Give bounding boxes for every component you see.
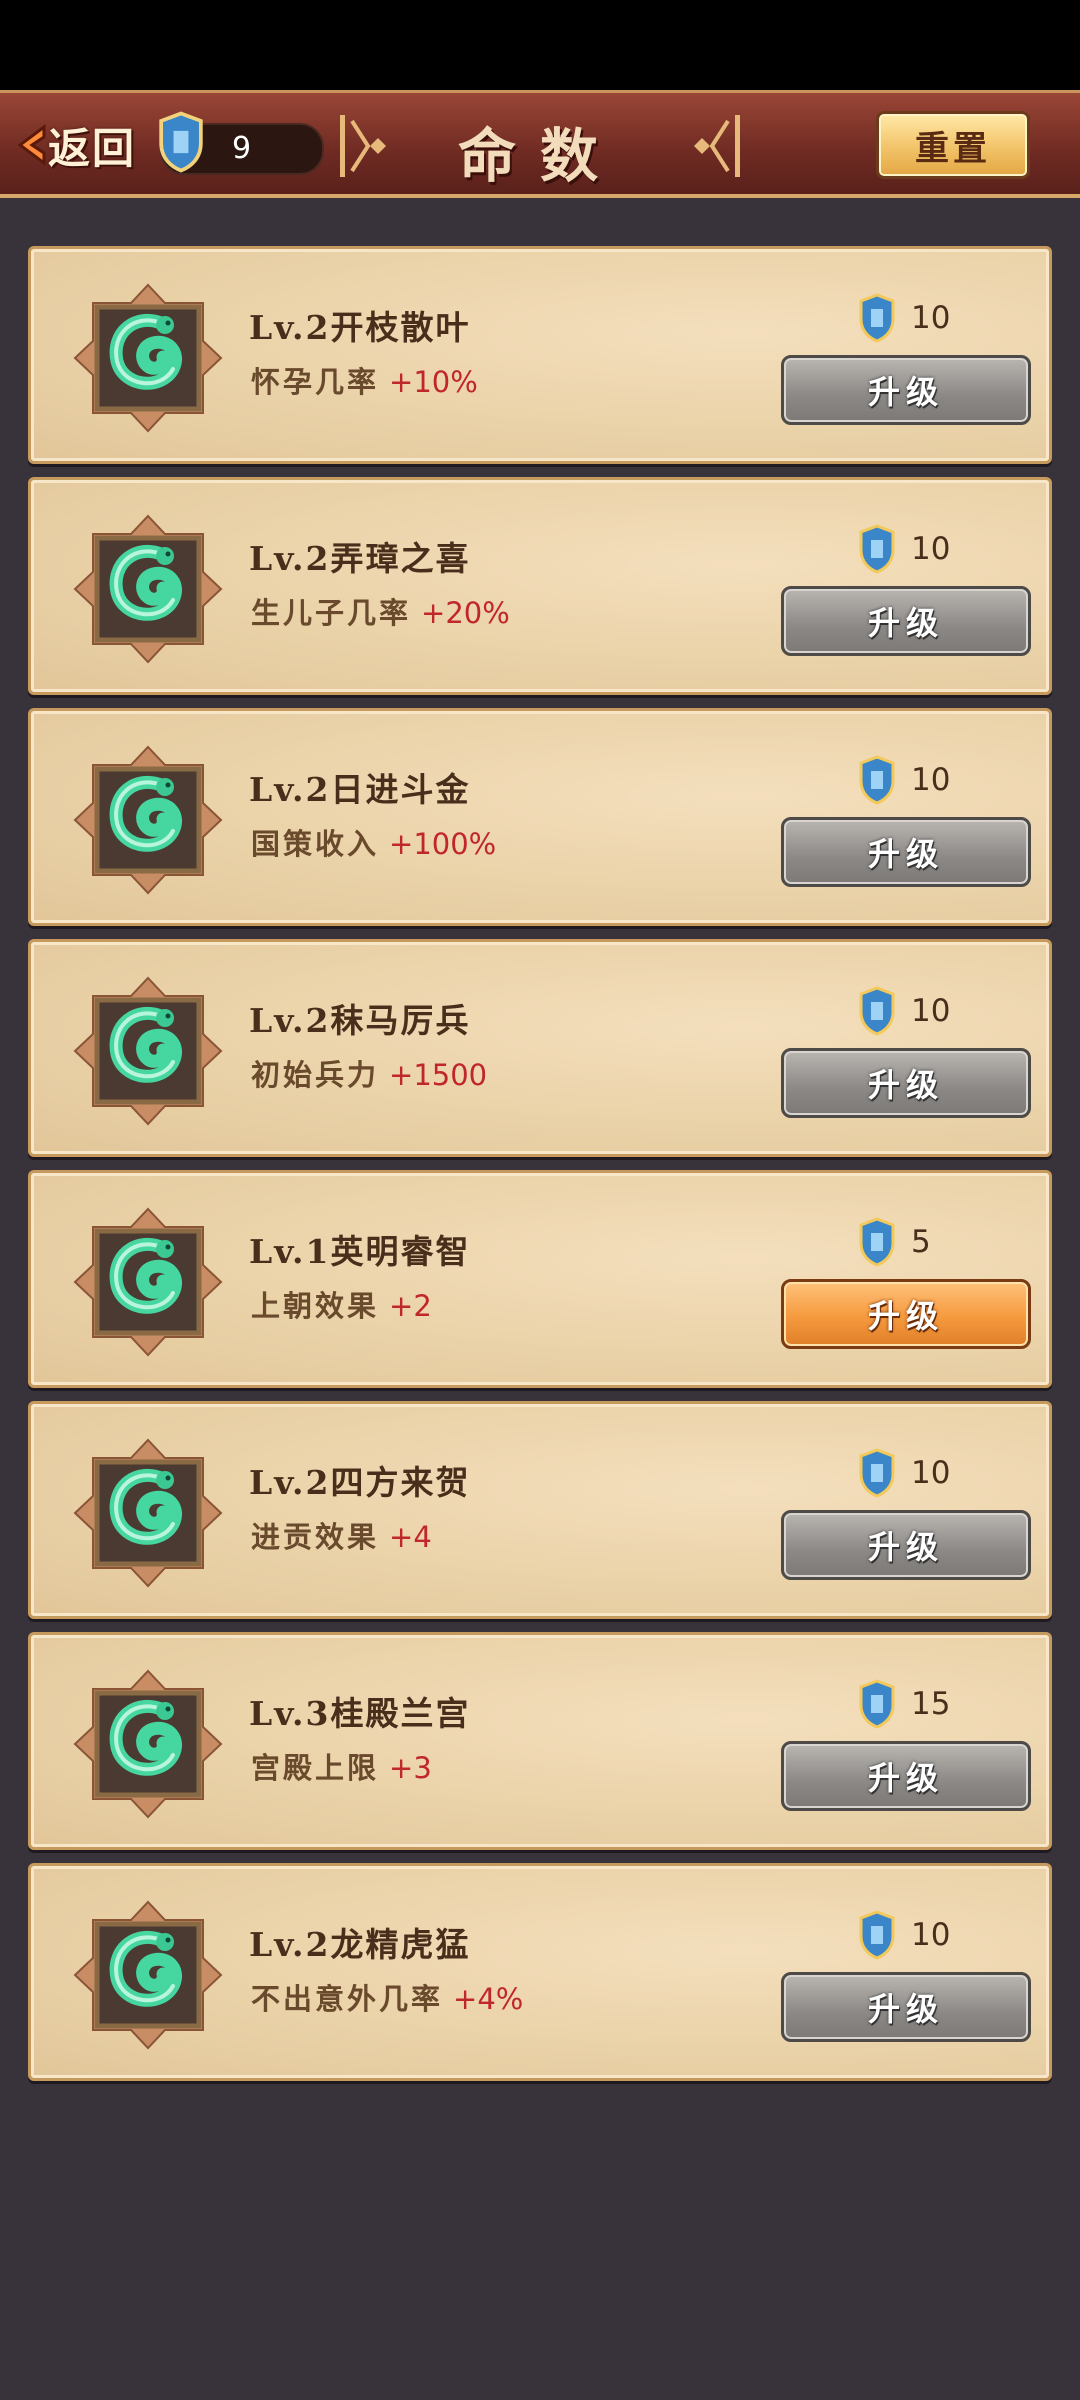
skill-name: Lv.2秣马厉兵 [249, 1001, 471, 1040]
page-title: 命数 [457, 122, 622, 190]
shield-currency-icon [859, 293, 895, 343]
upgrade-cost: 10 [857, 986, 950, 1036]
skill-name: Lv.3桂殿兰宫 [249, 1694, 471, 1733]
upgrade-button[interactable]: 升级 [781, 1279, 1031, 1349]
reset-button[interactable]: 重置 [876, 111, 1030, 179]
shield-currency-icon [859, 755, 895, 805]
effect-value: +100% [389, 827, 497, 861]
cost-value: 10 [911, 1455, 951, 1491]
skill-card: Lv.3桂殿兰宫 宫殿上限 +3 15 升级 [28, 1632, 1052, 1850]
skill-effect: 宫殿上限 +3 [251, 1745, 432, 1787]
skill-effect: 怀孕几率 +10% [251, 359, 478, 401]
upgrade-button[interactable]: 升级 [781, 1972, 1031, 2042]
shield-currency-icon [159, 111, 203, 173]
jade-dragon-icon [73, 1669, 223, 1819]
skill-card: Lv.2弄璋之喜 生儿子几率 +20% 10 升级 [28, 477, 1052, 695]
cost-value: 15 [911, 1686, 951, 1722]
cost-value: 10 [911, 531, 951, 567]
upgrade-cost: 15 [857, 1679, 950, 1729]
skill-card: Lv.2秣马厉兵 初始兵力 +1500 10 升级 [28, 939, 1052, 1157]
currency-counter: 9 [159, 111, 324, 175]
skill-effect: 不出意外几率 +4% [251, 1976, 523, 2018]
effect-label: 进贡效果 [251, 1520, 380, 1554]
upgrade-cost: 10 [857, 755, 950, 805]
skill-card: Lv.2四方来贺 进贡效果 +4 10 升级 [28, 1401, 1052, 1619]
cost-value: 5 [911, 1224, 931, 1260]
upgrade-cost: 5 [857, 1217, 931, 1267]
effect-label: 生儿子几率 [251, 596, 412, 630]
skill-name: Lv.2弄璋之喜 [249, 539, 471, 578]
upgrade-button[interactable]: 升级 [781, 1048, 1031, 1118]
shield-currency-icon [859, 1217, 895, 1267]
effect-label: 不出意外几率 [251, 1982, 444, 2016]
upgrade-cost: 10 [857, 1448, 950, 1498]
jade-dragon-icon [73, 1207, 223, 1357]
skill-effect: 国策收入 +100% [251, 821, 496, 863]
skill-name: Lv.2龙精虎猛 [249, 1925, 471, 1964]
effect-label: 初始兵力 [251, 1058, 380, 1092]
shield-currency-icon [859, 1910, 895, 1960]
jade-dragon-icon [73, 745, 223, 895]
jade-dragon-icon [73, 1438, 223, 1588]
shield-currency-icon [859, 1448, 895, 1498]
upgrade-button[interactable]: 升级 [781, 817, 1031, 887]
top-header: 返回 9 命数 重置 [0, 90, 1080, 198]
title-ornament-left-icon [340, 115, 386, 177]
effect-label: 国策收入 [251, 827, 380, 861]
upgrade-cost: 10 [857, 293, 950, 343]
effect-value: +3 [389, 1751, 432, 1785]
effect-value: +1500 [389, 1058, 488, 1092]
shield-currency-icon [859, 524, 895, 574]
back-button[interactable]: 返回 [14, 113, 136, 177]
skill-effect: 生儿子几率 +20% [251, 590, 510, 632]
skill-name: Lv.1英明睿智 [249, 1232, 471, 1271]
upgrade-cost: 10 [857, 524, 950, 574]
upgrade-button[interactable]: 升级 [781, 1510, 1031, 1580]
shield-currency-icon [859, 986, 895, 1036]
skill-effect: 上朝效果 +2 [251, 1283, 432, 1325]
effect-value: +20% [421, 596, 510, 630]
cost-value: 10 [911, 993, 951, 1029]
status-bar [0, 0, 1080, 90]
skill-card: Lv.2开枝散叶 怀孕几率 +10% 10 升级 [28, 246, 1052, 464]
skill-name: Lv.2四方来贺 [249, 1463, 471, 1502]
shield-currency-icon [859, 1679, 895, 1729]
jade-dragon-icon [73, 514, 223, 664]
effect-value: +4% [453, 1982, 524, 2016]
cost-value: 10 [911, 1917, 951, 1953]
title-ornament-right-icon [694, 115, 740, 177]
skill-effect: 初始兵力 +1500 [251, 1052, 487, 1094]
skill-card: Lv.1英明睿智 上朝效果 +2 5 升级 [28, 1170, 1052, 1388]
effect-value: +2 [389, 1289, 432, 1323]
cost-value: 10 [911, 300, 951, 336]
skill-name: Lv.2开枝散叶 [249, 308, 471, 347]
upgrade-cost: 10 [857, 1910, 950, 1960]
cost-value: 10 [911, 762, 951, 798]
skill-name: Lv.2日进斗金 [249, 770, 471, 809]
upgrade-button[interactable]: 升级 [781, 586, 1031, 656]
upgrade-button[interactable]: 升级 [781, 1741, 1031, 1811]
skill-card: Lv.2龙精虎猛 不出意外几率 +4% 10 升级 [28, 1863, 1052, 2081]
jade-dragon-icon [73, 976, 223, 1126]
jade-dragon-icon [73, 1900, 223, 2050]
effect-value: +10% [389, 365, 478, 399]
effect-label: 上朝效果 [251, 1289, 380, 1323]
back-label: 返回 [48, 123, 137, 173]
upgrade-button[interactable]: 升级 [781, 355, 1031, 425]
currency-value: 9 [232, 131, 252, 166]
back-arrow-icon [17, 124, 46, 166]
effect-label: 怀孕几率 [251, 365, 380, 399]
skill-card: Lv.2日进斗金 国策收入 +100% 10 升级 [28, 708, 1052, 926]
jade-dragon-icon [73, 283, 223, 433]
effect-value: +4 [389, 1520, 432, 1554]
effect-label: 宫殿上限 [251, 1751, 380, 1785]
skill-effect: 进贡效果 +4 [251, 1514, 432, 1556]
